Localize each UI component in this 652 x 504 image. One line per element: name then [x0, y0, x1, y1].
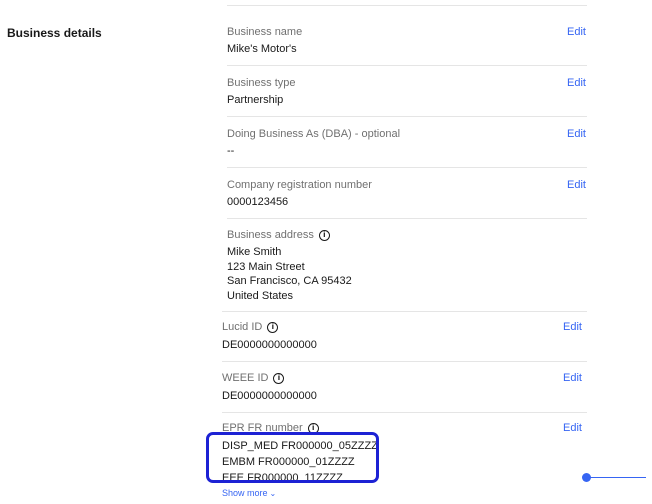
slider-handle[interactable]	[582, 473, 591, 482]
business-address-line-4: United States	[227, 289, 294, 302]
dba-value: --	[227, 145, 235, 157]
divider	[227, 116, 587, 117]
epr-fr-edit-button[interactable]: Edit	[563, 422, 582, 434]
section-title: Business details	[7, 26, 102, 40]
show-more-link[interactable]: Show more ⌄	[222, 488, 276, 498]
top-divider	[227, 5, 587, 6]
weee-id-value: DE0000000000000	[222, 390, 317, 402]
highlight-box	[206, 432, 379, 483]
company-registration-value: 0000123456	[227, 196, 289, 208]
dba-edit-button[interactable]: Edit	[567, 128, 586, 140]
business-name-value: Mike's Motor's	[227, 43, 297, 55]
divider	[222, 412, 587, 413]
company-registration-edit-button[interactable]: Edit	[567, 179, 586, 191]
divider	[222, 311, 587, 312]
lucid-id-label: Lucid ID i	[222, 321, 279, 333]
info-icon[interactable]: i	[273, 372, 285, 384]
lucid-id-value: DE0000000000000	[222, 339, 317, 351]
divider	[227, 218, 587, 219]
business-type-edit-button[interactable]: Edit	[567, 77, 586, 89]
weee-id-edit-button[interactable]: Edit	[563, 372, 582, 384]
business-name-edit-button[interactable]: Edit	[567, 26, 586, 38]
info-icon[interactable]: i	[267, 321, 279, 333]
business-type-value: Partnership	[227, 94, 284, 106]
business-type-label: Business type	[227, 77, 296, 89]
business-address-label: Business address i	[227, 229, 330, 241]
chevron-down-icon: ⌄	[269, 488, 277, 498]
slider-track	[586, 477, 646, 478]
business-address-line-1: Mike Smith	[227, 246, 282, 258]
info-icon[interactable]: i	[318, 229, 330, 241]
divider	[227, 167, 587, 168]
divider	[227, 65, 587, 66]
divider	[222, 361, 587, 362]
business-address-line-2: 123 Main Street	[227, 260, 305, 273]
weee-id-label: WEEE ID i	[222, 372, 285, 384]
business-address-line-3: San Francisco, CA 95432	[227, 275, 352, 287]
business-name-label: Business name	[227, 26, 303, 38]
lucid-id-edit-button[interactable]: Edit	[563, 321, 582, 333]
company-registration-label: Company registration number	[227, 179, 372, 191]
dba-label: Doing Business As (DBA) - optional	[227, 128, 401, 140]
